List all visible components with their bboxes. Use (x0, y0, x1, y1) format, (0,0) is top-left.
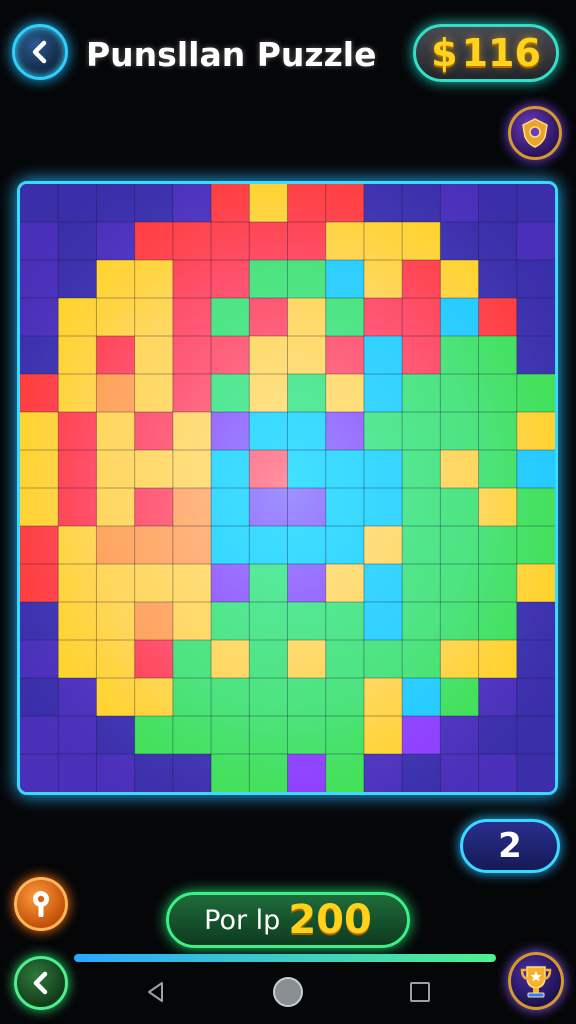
puzzle-grid[interactable] (20, 184, 555, 792)
chevron-left-icon (32, 40, 47, 64)
badge-button[interactable] (508, 106, 562, 160)
score-value: 200 (288, 897, 372, 943)
back-button[interactable] (12, 24, 68, 80)
triangle-back-icon (148, 982, 163, 1002)
nav-home-button[interactable] (268, 972, 308, 1012)
trophy-icon (520, 966, 552, 998)
hint-button[interactable] (14, 877, 68, 931)
puzzle-board[interactable] (17, 181, 558, 795)
progress-bar (74, 954, 496, 962)
shield-badge-icon (522, 118, 548, 148)
circle-home-icon (273, 977, 303, 1007)
level-indicator: 2 (460, 819, 560, 873)
chevron-left-icon (33, 971, 48, 995)
trophy-button[interactable] (508, 952, 564, 1010)
score-display: Por lp 200 (166, 892, 410, 948)
score-label: Por lp (204, 904, 281, 936)
nav-recents-button[interactable] (400, 972, 440, 1012)
secondary-back-button[interactable] (14, 956, 68, 1010)
nav-back-button[interactable] (136, 972, 176, 1012)
key-icon (33, 891, 49, 917)
coin-counter[interactable]: $ 116 (413, 24, 559, 82)
coin-symbol: $ (431, 31, 458, 75)
progress-fill (74, 954, 496, 962)
square-recents-icon (410, 982, 430, 1002)
page-title: Punsllan Puzzle (86, 35, 377, 74)
coin-value: 116 (461, 31, 541, 75)
